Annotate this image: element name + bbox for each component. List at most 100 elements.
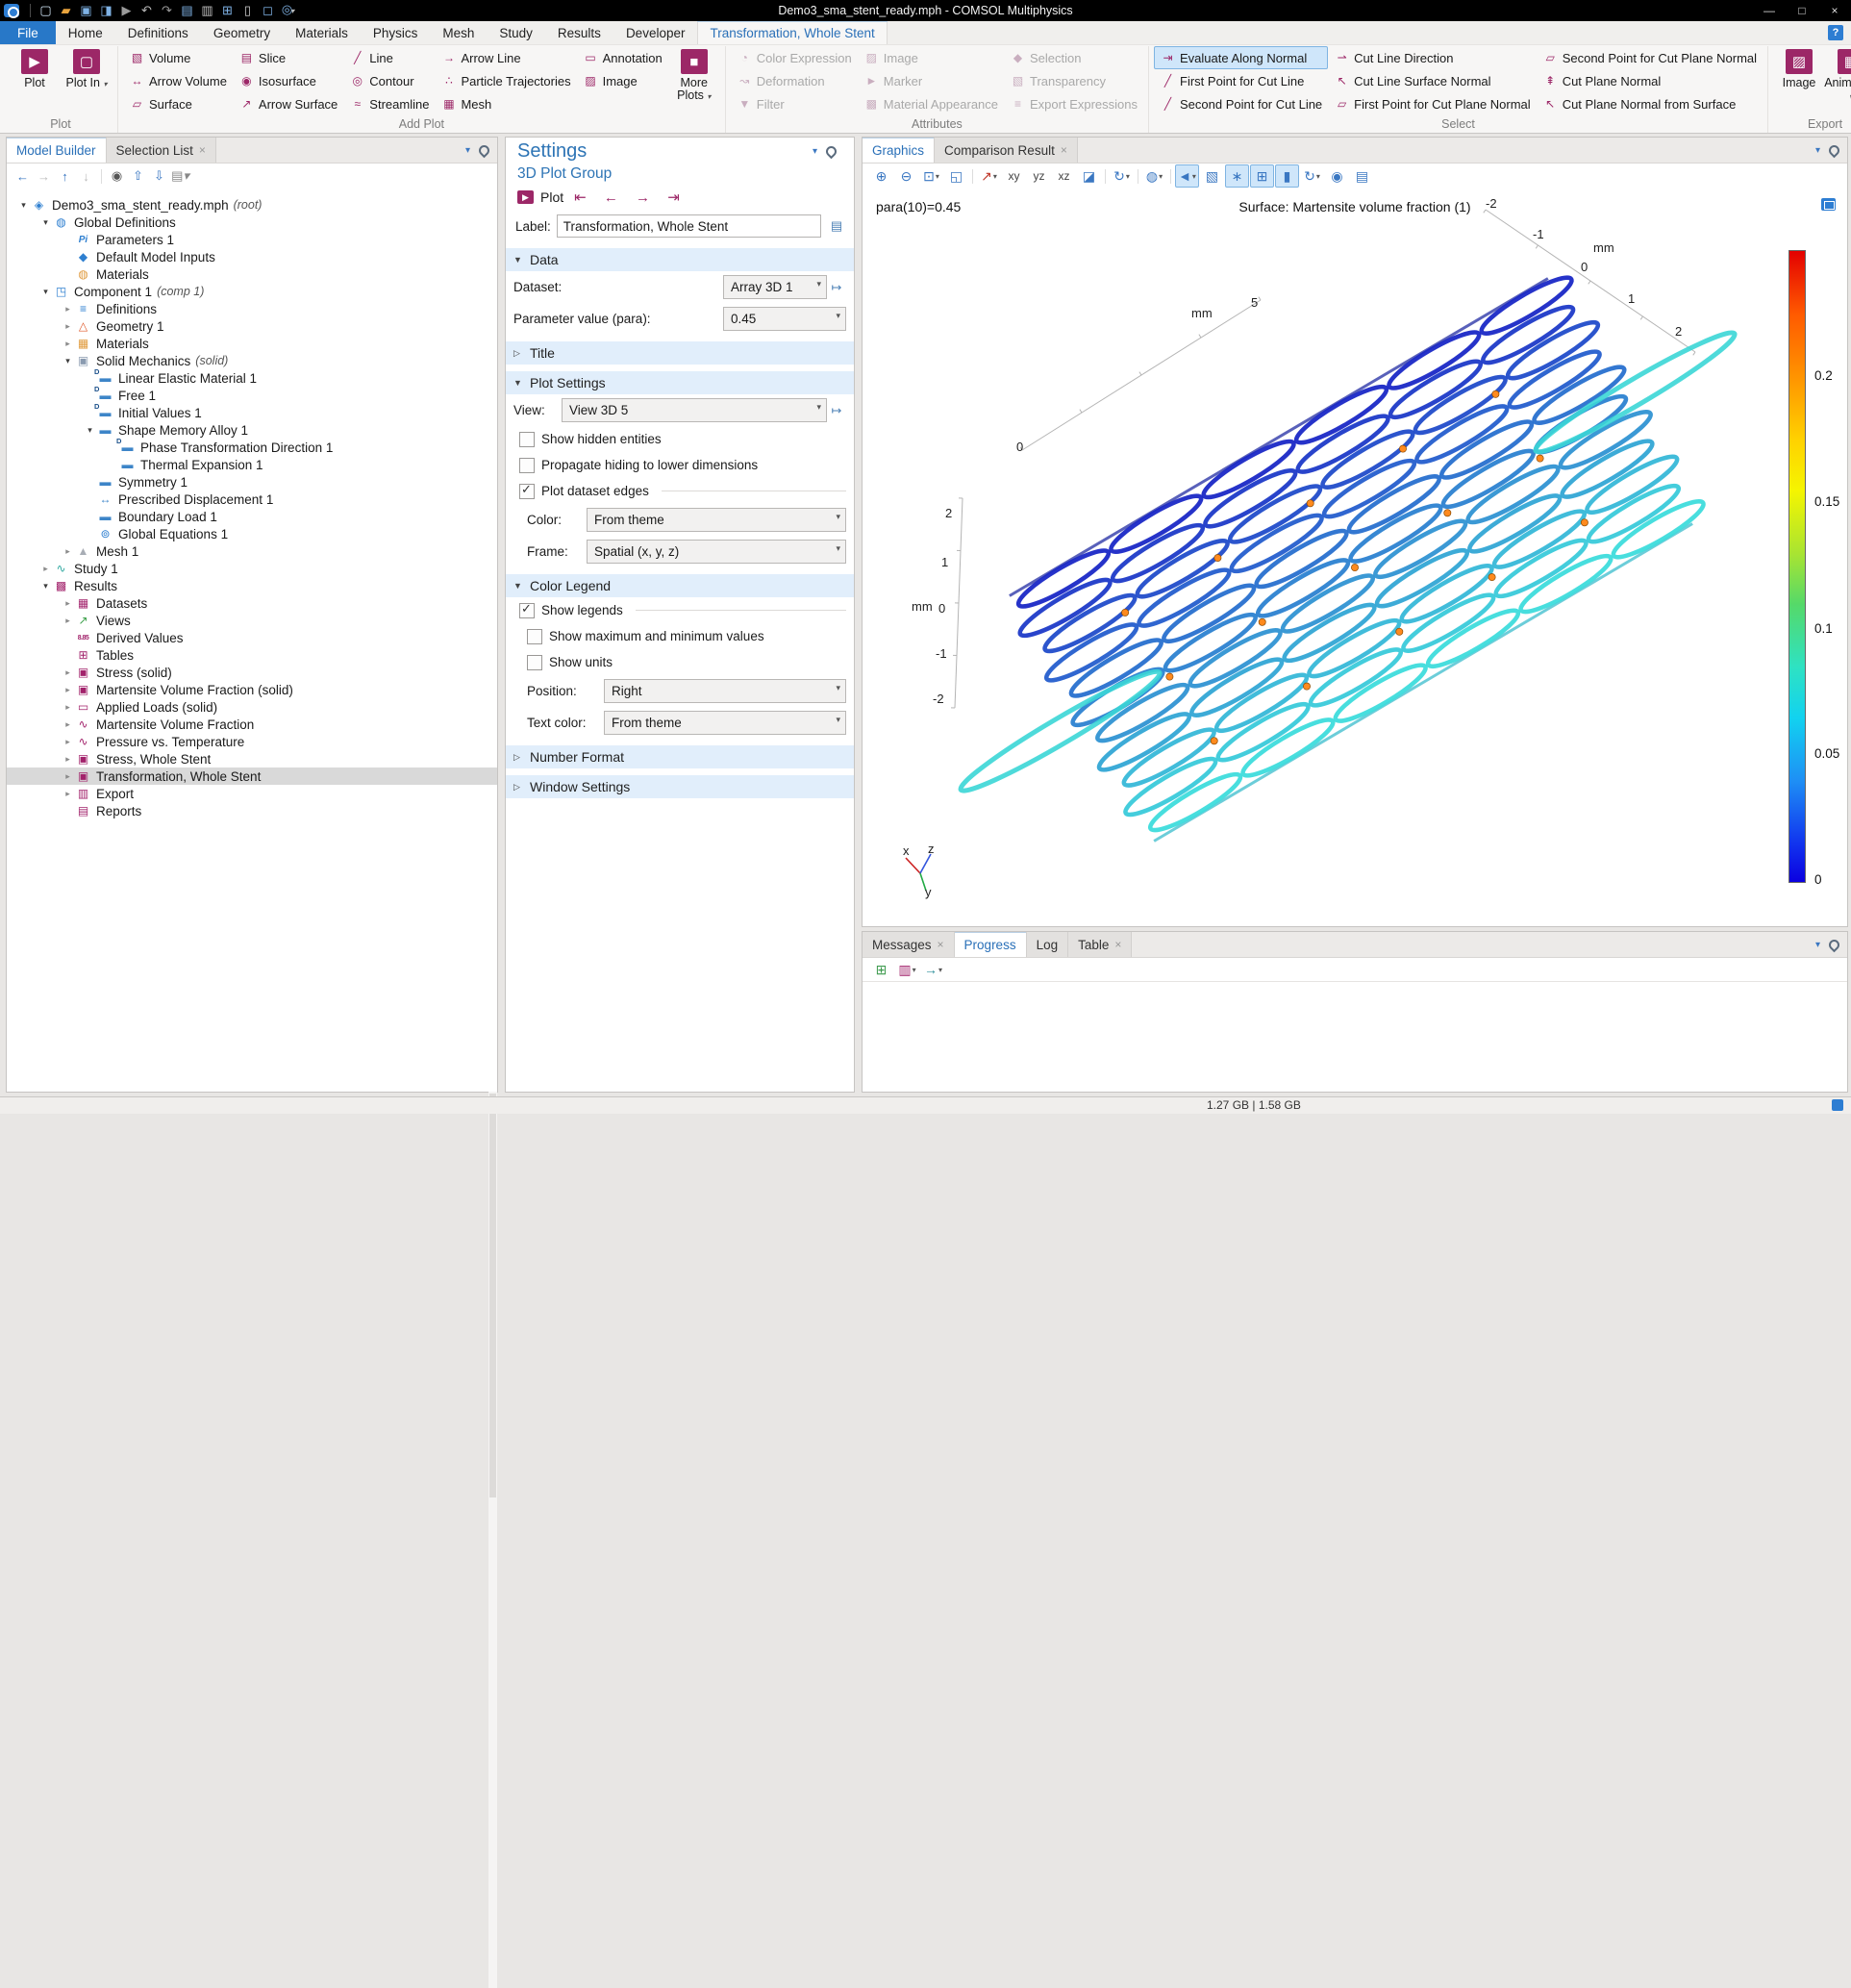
legend-text-color-select[interactable]: From theme <box>604 711 846 735</box>
tab-table[interactable]: Table× <box>1068 932 1132 957</box>
ribbon-button-selection[interactable]: ◆Selection <box>1004 46 1143 69</box>
edge-color-select[interactable]: From theme <box>587 508 846 532</box>
show-hidden-entities-checkbox[interactable] <box>519 432 535 447</box>
update-scene-icon[interactable]: ↻▾ <box>1300 164 1324 188</box>
expand-arrow-icon[interactable]: ▸ <box>61 771 75 782</box>
propagate-hiding-checkbox[interactable] <box>519 458 535 473</box>
search-icon[interactable]: ◎▾ <box>278 0 298 22</box>
tree-item-applied-loads-solid[interactable]: ▸▭Applied Loads (solid) <box>7 698 497 716</box>
expand-arrow-icon[interactable]: ▸ <box>61 737 75 747</box>
tree-item-materials[interactable]: ◍Materials <box>7 265 497 283</box>
ribbon-tab-developer[interactable]: Developer <box>613 21 698 44</box>
undo-icon[interactable]: ↶ <box>137 0 157 21</box>
ribbon-button-isosurface[interactable]: ◉Isosurface <box>233 69 343 92</box>
close-icon[interactable]: × <box>199 143 206 157</box>
view-select[interactable]: View 3D 5 <box>562 398 827 422</box>
expand-arrow-icon[interactable]: ▸ <box>38 564 53 574</box>
label-input[interactable]: Transformation, Whole Stent <box>557 214 821 238</box>
tree-item-demo3-sma-stent-ready-mph[interactable]: ▾◈Demo3_sma_stent_ready.mph(root) <box>7 196 497 214</box>
ribbon-tab-materials[interactable]: Materials <box>283 21 361 44</box>
expand-arrow-icon[interactable]: ▸ <box>61 616 75 626</box>
show-max-min-checkbox[interactable] <box>527 629 542 644</box>
tree-item-results[interactable]: ▾▩Results <box>7 577 497 594</box>
expand-arrow-icon[interactable]: ▸ <box>61 685 75 695</box>
tab-graphics[interactable]: Graphics <box>863 138 935 163</box>
plot-dataset-edges-checkbox[interactable] <box>519 484 535 499</box>
close-button[interactable]: × <box>1818 0 1851 21</box>
pin-icon[interactable] <box>1827 937 1842 952</box>
tree-item-derived-values[interactable]: 8.85Derived Values <box>7 629 497 646</box>
help-icon[interactable]: ? <box>1828 25 1843 40</box>
tree-item-symmetry-1[interactable]: ▬Symmetry 1 <box>7 473 497 491</box>
expand-arrow-icon[interactable]: ▸ <box>61 598 75 609</box>
tree-item-stress-whole-stent[interactable]: ▸▣Stress, Whole Stent <box>7 750 497 768</box>
tree-item-free-1[interactable]: D▬Free 1 <box>7 387 497 404</box>
scene-camera-icon[interactable]: ◪ <box>1077 164 1101 188</box>
tree-item-phase-transformation-direction-1[interactable]: D▬Phase Transformation Direction 1 <box>7 439 497 456</box>
plot-area[interactable]: para(10)=0.45 Surface: Martensite volume… <box>863 189 1847 926</box>
ribbon-tab-home[interactable]: Home <box>56 21 115 44</box>
show-legends-checkbox[interactable] <box>519 603 535 618</box>
continue-icon[interactable]: →▾ <box>921 958 945 981</box>
expand-arrow-icon[interactable]: ▸ <box>61 789 75 799</box>
zoom-extents-icon[interactable]: ◱ <box>944 164 968 188</box>
tab-messages[interactable]: Messages× <box>863 932 955 957</box>
expand-arrow-icon[interactable]: ▸ <box>61 304 75 315</box>
transparency-toggle-icon[interactable]: ▧ <box>1200 164 1224 188</box>
tab-comparison-result[interactable]: Comparison Result× <box>935 138 1078 163</box>
view-yz-icon[interactable]: yz <box>1027 164 1051 188</box>
ribbon-button-slice[interactable]: ▤Slice <box>233 46 343 69</box>
environment-icon[interactable]: ◍▾ <box>1142 164 1166 188</box>
view-xy-icon[interactable]: xy <box>1002 164 1026 188</box>
move-down-icon[interactable]: ↓ <box>77 169 95 184</box>
tree-item-boundary-load-1[interactable]: ▬Boundary Load 1 <box>7 508 497 525</box>
ribbon-button-transparency[interactable]: ▧Transparency <box>1004 69 1143 92</box>
go-to-source-icon[interactable]: ↦ <box>827 401 846 420</box>
plot-window-icon[interactable] <box>1821 198 1836 211</box>
grid-toggle-icon[interactable]: ⊞ <box>1250 164 1274 188</box>
save-icon[interactable]: ▣ <box>76 0 96 21</box>
model-tree-options-icon[interactable]: ▤▾ <box>171 168 189 184</box>
delete-icon[interactable]: ▯ <box>238 0 258 21</box>
tree-item-export[interactable]: ▸▥Export <box>7 785 497 802</box>
pin-icon[interactable] <box>477 142 492 158</box>
tree-item-martensite-volume-fraction[interactable]: ▸∿Martensite Volume Fraction <box>7 716 497 733</box>
scene-light-icon[interactable]: ◄▾ <box>1175 164 1199 188</box>
ribbon-button-annotation[interactable]: ▭Annotation <box>577 46 668 69</box>
collapse-arrow-icon[interactable]: ▾ <box>38 287 53 297</box>
plot-button[interactable]: ▶Plot <box>9 46 61 116</box>
show-units-checkbox[interactable] <box>527 655 542 670</box>
ribbon-button-surface[interactable]: ▱Surface <box>123 92 233 115</box>
close-icon[interactable]: × <box>938 938 944 951</box>
orientation-indicator-icon[interactable]: ∗ <box>1225 164 1249 188</box>
print-icon[interactable]: ▤ <box>1350 164 1374 188</box>
section-data[interactable]: ▼ Data <box>506 248 854 271</box>
run-icon[interactable]: ▶ <box>116 0 137 21</box>
ribbon-tab-physics[interactable]: Physics <box>361 21 431 44</box>
close-icon[interactable]: × <box>1114 938 1121 951</box>
ribbon-button-arrow-volume[interactable]: ↔Arrow Volume <box>123 69 233 92</box>
maximize-button[interactable]: □ <box>1786 0 1818 21</box>
pin-icon[interactable] <box>824 144 839 160</box>
save-as-icon[interactable]: ◨ <box>96 0 116 21</box>
tree-item-mesh-1[interactable]: ▸▲Mesh 1 <box>7 542 497 560</box>
plot-navigation-arrows[interactable]: ⇤ ← → ⇥ <box>574 189 687 206</box>
pin-icon[interactable] <box>1827 142 1842 158</box>
tab-log[interactable]: Log <box>1027 932 1069 957</box>
ribbon-tab-mesh[interactable]: Mesh <box>430 21 487 44</box>
ribbon-tab-definitions[interactable]: Definitions <box>115 21 201 44</box>
ribbon-button-deformation[interactable]: ↝Deformation <box>731 69 858 92</box>
tree-item-materials[interactable]: ▸▦Materials <box>7 335 497 352</box>
color-legend-toggle-icon[interactable]: ▮ <box>1275 164 1299 188</box>
collapse-arrow-icon[interactable]: ▾ <box>38 217 53 228</box>
ribbon-button-second-point-for-cut-line[interactable]: ╱Second Point for Cut Line <box>1154 92 1328 115</box>
ribbon-tab-geometry[interactable]: Geometry <box>201 21 283 44</box>
ribbon-tab-study[interactable]: Study <box>487 21 545 44</box>
expand-arrow-icon[interactable]: ▸ <box>61 339 75 349</box>
open-file-icon[interactable]: ▰ <box>56 0 76 21</box>
collapse-arrow-icon[interactable]: ▾ <box>16 200 31 211</box>
zoom-box-icon[interactable]: ⊡▾ <box>919 164 943 188</box>
minimize-button[interactable]: — <box>1753 0 1786 21</box>
ribbon-button-particle-trajectories[interactable]: ∴Particle Trajectories <box>435 69 576 92</box>
legend-position-select[interactable]: Right <box>604 679 846 703</box>
